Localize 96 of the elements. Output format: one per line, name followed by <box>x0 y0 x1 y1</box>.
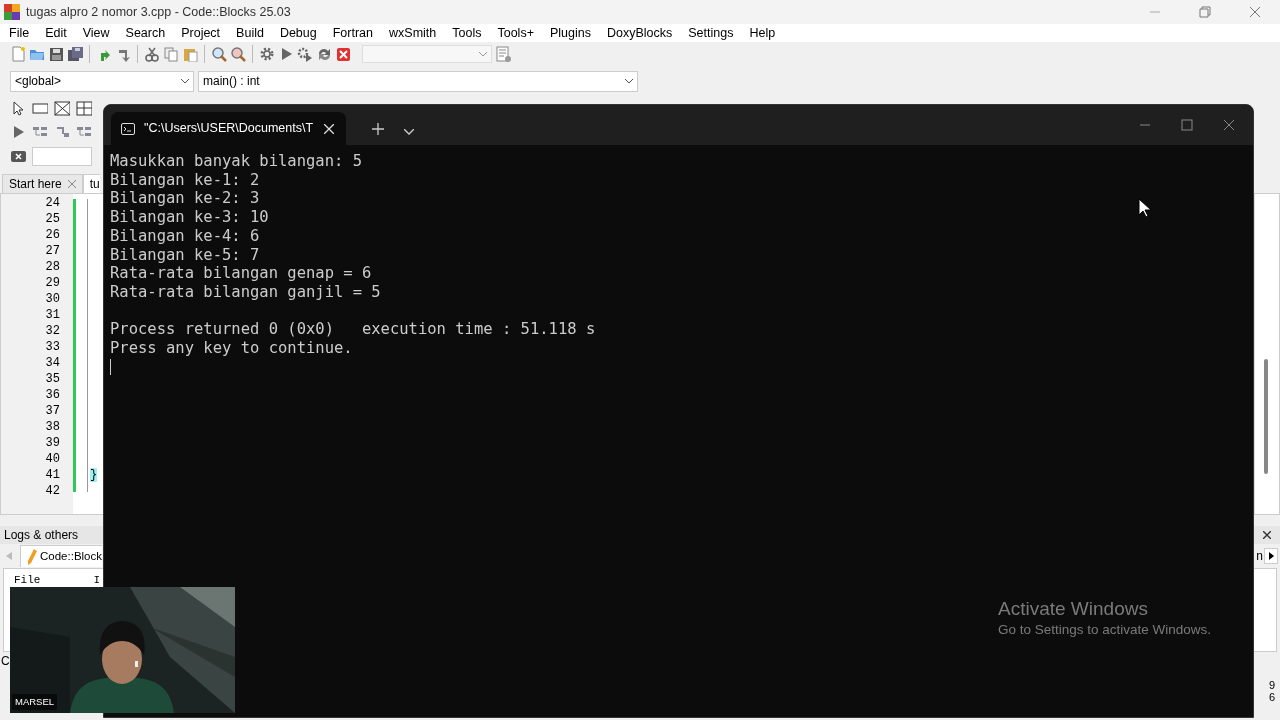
menu-item[interactable]: Tools+ <box>491 23 544 43</box>
terminal-line: Press any key to continue. <box>110 339 353 358</box>
replace-magnifier-icon[interactable] <box>230 46 246 62</box>
menu-item[interactable]: Project <box>175 23 231 43</box>
restore-icon[interactable] <box>1199 6 1211 18</box>
menu-item[interactable]: DoxyBlocks <box>600 23 683 43</box>
menu-item[interactable]: Fortran <box>326 23 384 43</box>
step-into-icon[interactable] <box>54 124 70 140</box>
app-logo-icon <box>4 3 20 21</box>
crossed-box-icon[interactable] <box>54 100 70 116</box>
line-number: 24 <box>44 195 61 211</box>
terminal-tab[interactable]: "C:\Users\USER\Documents\T <box>111 112 346 145</box>
gear-play-icon[interactable] <box>297 46 313 62</box>
menu-item[interactable]: Edit <box>39 23 77 43</box>
copy-icon[interactable] <box>163 46 179 62</box>
grid-box-icon[interactable] <box>76 100 92 116</box>
pointer-arrow-icon[interactable] <box>10 100 26 116</box>
terminal-line: Process returned 0 (0x0) execution time : 51.118 s <box>110 320 596 339</box>
line-number: 36 <box>44 387 61 403</box>
status-text: 9 <box>1268 679 1275 691</box>
menu-item[interactable]: Plugins <box>543 23 601 43</box>
column-header: I <box>93 573 100 588</box>
name-label: MARSEL <box>12 693 58 710</box>
menu-item[interactable]: Debug <box>273 23 327 43</box>
terminal-line: Bilangan ke-5: 7 <box>110 245 260 265</box>
code-text: } <box>90 468 98 482</box>
line-number: 33 <box>44 339 61 355</box>
terminal-line: Bilangan ke-1: 2 <box>110 170 260 190</box>
menu-item[interactable]: Search <box>119 23 176 43</box>
pencil-icon <box>27 548 37 565</box>
floppy-disks-icon[interactable] <box>67 46 83 62</box>
magnifier-icon[interactable] <box>211 46 227 62</box>
terminal-line: Masukkan banyak bilangan: 5 <box>110 152 362 171</box>
line-number: 40 <box>44 451 61 467</box>
clipboard-icon[interactable] <box>182 46 198 62</box>
line-number: 25 <box>44 211 61 227</box>
menu-item[interactable]: File <box>3 23 40 43</box>
line-number: 37 <box>44 403 61 419</box>
text-cursor <box>110 358 111 375</box>
dropdown-value: main() : int <box>203 73 261 90</box>
mouse-pointer-icon <box>1138 198 1152 218</box>
menu-item[interactable]: View <box>76 23 120 43</box>
scroll-right-button[interactable] <box>1264 548 1278 564</box>
line-number: 30 <box>44 291 61 307</box>
right-arrow-icon <box>1268 552 1274 560</box>
refresh-icon[interactable] <box>316 46 332 62</box>
line-number: 39 <box>44 435 61 451</box>
terminal-line: Rata-rata bilangan ganjil = 5 <box>110 282 381 302</box>
terminal-icon <box>121 122 135 135</box>
editor-tab[interactable]: Start here <box>2 174 83 193</box>
status-text: 6 <box>1268 691 1275 703</box>
status-text: C <box>1 653 10 670</box>
terminal-line: Bilangan ke-4: 6 <box>110 226 260 246</box>
window-title: tugas alpro 2 nomor 3.cpp - Code::Blocks 25.03 <box>26 3 291 21</box>
menu-item[interactable]: wxSmith <box>383 23 447 43</box>
chevron-down-icon[interactable] <box>404 129 414 135</box>
caret-icon <box>479 51 487 57</box>
menu-item[interactable]: Build <box>230 23 274 43</box>
line-number: 31 <box>44 307 61 323</box>
terminal-line: Rata-rata bilangan genap = 6 <box>110 264 372 283</box>
caret-icon <box>181 78 189 84</box>
line-number: 29 <box>44 275 61 291</box>
list-icon[interactable] <box>495 46 511 62</box>
notice-text: Go to Settings to activate Windows. <box>998 621 1212 639</box>
line-number: 38 <box>44 419 61 435</box>
stop-icon[interactable] <box>335 46 351 62</box>
menu-item[interactable]: Settings <box>682 23 744 43</box>
gear-icon[interactable] <box>259 46 275 62</box>
line-number: 27 <box>44 243 61 259</box>
menu-item[interactable]: Tools <box>446 23 492 43</box>
search-field[interactable] <box>32 146 92 166</box>
clear-icon[interactable] <box>10 148 26 164</box>
scissors-icon[interactable] <box>144 46 160 62</box>
terminal-line: Bilangan ke-2: 3 <box>110 189 260 209</box>
line-number: 41 <box>44 467 61 483</box>
log-tab[interactable]: Code::Block <box>20 544 102 568</box>
dropdown-value: <global> <box>15 73 63 90</box>
caret-icon <box>625 78 633 84</box>
line-number: 35 <box>44 371 61 387</box>
line-number: 26 <box>44 227 61 243</box>
line-number: 34 <box>44 355 61 371</box>
terminal-line: Bilangan ke-3: 10 <box>110 208 269 227</box>
menu-item[interactable]: Help <box>743 23 786 43</box>
notice-title: Activate Windows <box>998 597 1149 621</box>
scope-dropdown[interactable]: <global> <box>10 70 194 92</box>
line-number: 42 <box>44 483 61 499</box>
column-header: File <box>14 573 41 588</box>
line-number: 28 <box>44 259 61 275</box>
tab-label[interactable]: n <box>1256 547 1263 565</box>
panel-title: Logs & others <box>4 527 79 544</box>
maximize-icon[interactable] <box>1181 119 1193 131</box>
plus-icon[interactable] <box>372 123 384 135</box>
function-dropdown[interactable]: main() : int <box>198 70 638 92</box>
line-number: 32 <box>44 323 61 339</box>
close-icon[interactable] <box>1263 531 1271 539</box>
scrollbar-thumb[interactable] <box>1264 359 1268 474</box>
